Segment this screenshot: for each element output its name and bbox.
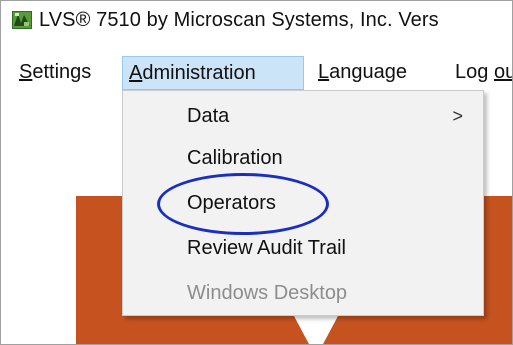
menu-language[interactable]: Language bbox=[312, 56, 413, 90]
menu-language-accel: L bbox=[318, 61, 330, 83]
menu-administration-accel: A bbox=[129, 62, 143, 84]
menu-item-windows-desktop-label: Windows Desktop bbox=[187, 282, 348, 304]
menu-logout[interactable]: Log ou bbox=[449, 56, 512, 90]
menu-settings-label: ettings bbox=[32, 61, 92, 83]
menu-item-data-label: Data bbox=[187, 105, 230, 127]
app-window: LVS® 7510 by Microscan Systems, Inc. Ver… bbox=[0, 0, 513, 345]
window-title: LVS® 7510 by Microscan Systems, Inc. Ver… bbox=[39, 9, 439, 31]
menu-logout-accel: o bbox=[493, 61, 506, 83]
menu-settings[interactable]: Settings bbox=[13, 56, 97, 90]
menu-logout-label: u bbox=[505, 61, 512, 83]
menu-item-windows-desktop: Windows Desktop bbox=[123, 272, 483, 314]
menu-item-calibration-label: Calibration bbox=[187, 147, 283, 169]
menu-language-label: anguage bbox=[329, 61, 407, 83]
menu-item-data[interactable]: Data > bbox=[123, 95, 483, 137]
menu-item-calibration[interactable]: Calibration bbox=[123, 137, 483, 179]
highlight-ellipse-annotation bbox=[157, 173, 329, 235]
menu-administration-label: dministration bbox=[142, 62, 256, 84]
title-bar: LVS® 7510 by Microscan Systems, Inc. Ver… bbox=[1, 1, 512, 39]
menu-logout-prefix: Log bbox=[455, 61, 494, 83]
menu-bar: Settings Administration Language Log ou bbox=[1, 56, 512, 90]
menu-item-review-audit-trail-label: Review Audit Trail bbox=[187, 237, 346, 259]
menu-administration[interactable]: Administration bbox=[122, 56, 304, 90]
submenu-arrow-icon: > bbox=[452, 106, 463, 126]
menu-settings-accel: S bbox=[19, 61, 33, 83]
menu-item-review-audit-trail[interactable]: Review Audit Trail bbox=[123, 227, 483, 269]
app-icon bbox=[12, 11, 32, 29]
